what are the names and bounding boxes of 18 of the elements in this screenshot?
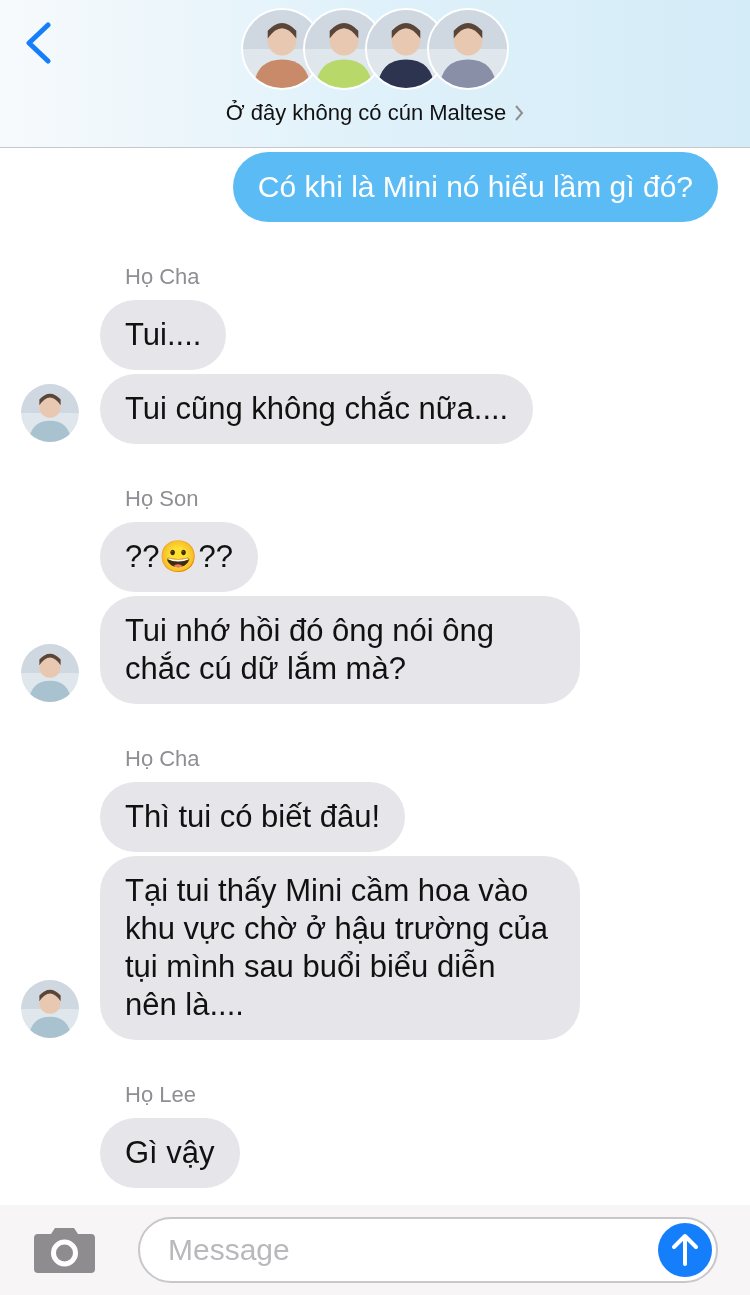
sender-name: Họ Cha	[125, 264, 201, 290]
incoming-message-bubble: Thì tui có biết đâu!	[100, 782, 406, 852]
camera-icon[interactable]	[33, 1226, 96, 1274]
conversation-title[interactable]: Ở đây không có cún Maltese	[225, 96, 507, 129]
incoming-message-bubble: Tui....	[100, 300, 227, 370]
incoming-message-bubble: Tại tui thấy Mini cầm hoa vào khu vực chờ ở hậu trường của tụi mình sau buổi biểu diễn nên là....	[100, 856, 580, 1040]
sender-name: Họ Lee	[125, 1082, 197, 1108]
sender-name: Họ Son	[125, 486, 200, 512]
incoming-message-bubble: Tui nhớ hồi đó ông nói ông chắc cú dữ lắm mà?	[100, 596, 580, 704]
incoming-message-bubble: Gì vậy	[100, 1118, 240, 1188]
outgoing-message-bubble: Có khi là Mini nó hiểu lầm gì đó?	[232, 152, 718, 222]
incoming-message-bubble: ??😀??	[100, 522, 258, 592]
incoming-message-bubble: Tui cũng không chắc nữa....	[100, 374, 534, 444]
back-icon[interactable]	[24, 22, 52, 64]
send-icon[interactable]	[658, 1223, 712, 1277]
message-field[interactable]: Message	[138, 1217, 718, 1283]
chevron-right-icon[interactable]	[514, 103, 525, 122]
sender-name: Họ Cha	[125, 746, 201, 772]
